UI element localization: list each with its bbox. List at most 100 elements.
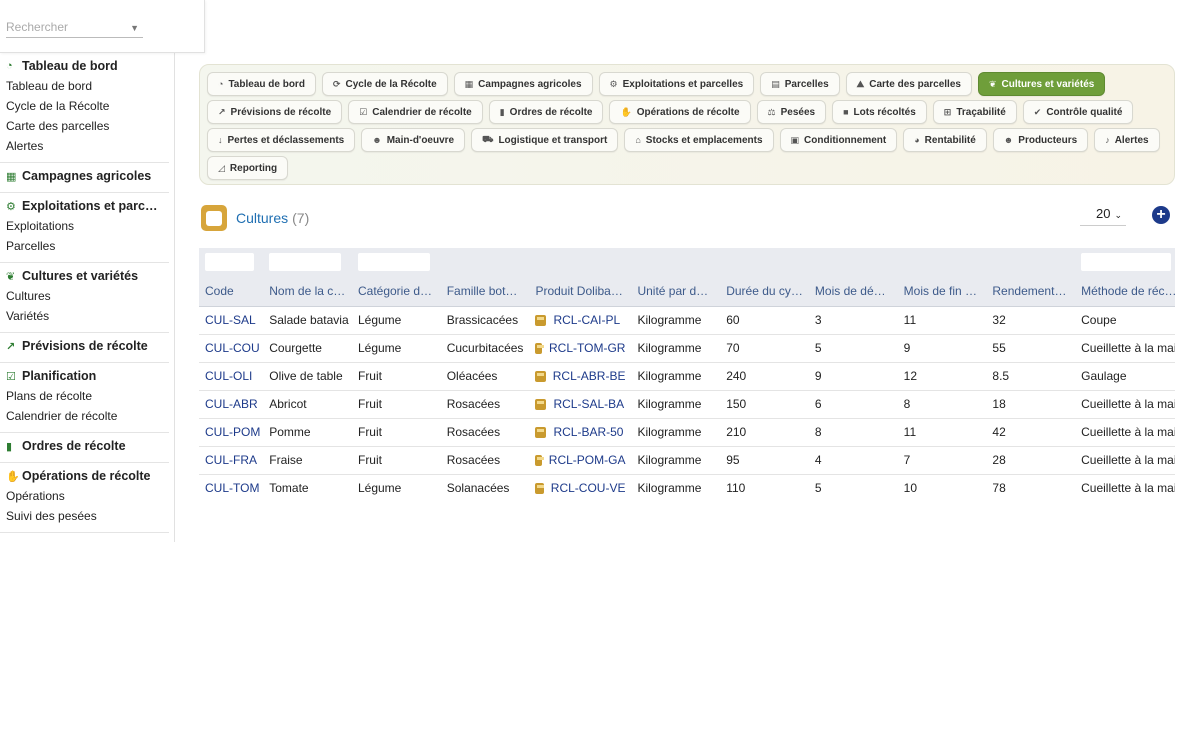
nav-pill[interactable]: ☑ Calendrier de récolte (348, 100, 483, 124)
nav-pill[interactable]: ↗ Prévisions de récolte (207, 100, 343, 124)
sidebar-item[interactable]: Opérations (6, 486, 169, 506)
column-header[interactable]: Nom de la c… (263, 276, 352, 307)
column-header[interactable]: Durée du cy… (720, 276, 809, 307)
nav-pill[interactable]: ☻ Producteurs (992, 128, 1089, 152)
column-header[interactable]: Produit Dolibarr… (529, 276, 632, 307)
records-table-wrap: Code Nom de la c… Catégorie de… Famille bot… (199, 248, 1175, 501)
product-box-icon (535, 454, 545, 466)
table-cell: 12 (897, 362, 987, 391)
nav-pill[interactable]: ◿ Reporting (207, 156, 289, 180)
sidebar-group-title[interactable]: ⚙ Exploitations et parc… (6, 196, 169, 216)
nav-pill-label: Carte des parcelles (869, 78, 961, 90)
calendar-check-icon: ☑ (6, 370, 16, 383)
record-code-link[interactable]: CUL-POM (205, 425, 260, 439)
hand-icon: ✋ (620, 106, 632, 117)
table-cell: Cueillette à la main (1075, 390, 1175, 419)
column-header[interactable]: Rendement … (986, 276, 1076, 307)
table-row[interactable]: CUL-OLI Olive de table Fruit Oléacées RCL-AB… (199, 362, 1175, 391)
table-row[interactable]: CUL-FRA Fraise Fruit Rosacées RCL-POM-GA Kilo… (199, 446, 1175, 475)
nav-pill[interactable]: ♪ Alertes (1094, 128, 1160, 152)
nav-pill[interactable]: ⟳ Cycle de la Récolte (321, 72, 448, 96)
table-row[interactable]: CUL-SAL Salade batavia Légume Brassicacées R… (199, 306, 1175, 335)
chevron-down-icon[interactable]: ▼ (130, 19, 139, 37)
nav-pill[interactable]: ❦ Cultures et variétés (977, 72, 1106, 96)
nav-pill[interactable]: ✋ Opérations de récolte (609, 100, 751, 124)
module-nav-panel: ◔ Tableau de bord ⟳ Cycle de la Récolte ▦ Cam… (199, 64, 1175, 185)
column-header[interactable]: Catégorie de… (351, 276, 441, 307)
sidebar-group-title[interactable]: ▮ Ordres de récolte (6, 436, 169, 456)
sidebar-group-title[interactable]: ▦ Campagnes agricoles (6, 166, 169, 186)
product-link[interactable]: RCL-POM-GA (535, 453, 625, 467)
record-code-link[interactable]: CUL-FRA (205, 453, 257, 467)
table-cell: RCL-SAL-BA (529, 390, 632, 419)
add-record-button[interactable]: + (1152, 206, 1170, 224)
product-link[interactable]: RCL-TOM-GR (535, 341, 625, 355)
table-row[interactable]: CUL-POM Pomme Fruit Rosacées RCL-BAR-50 Kilog… (199, 418, 1175, 447)
nav-pill[interactable]: ▮ Ordres de récolte (488, 100, 604, 124)
record-code-link[interactable]: CUL-TOM (205, 481, 259, 495)
column-header[interactable]: Unité par déf… (631, 276, 721, 307)
sidebar-group-title[interactable]: ☑ Planification (6, 366, 169, 386)
nav-pill[interactable]: ⊞ Traçabilité (932, 100, 1017, 124)
record-code-link[interactable]: CUL-SAL (205, 313, 256, 327)
nav-pill[interactable]: ◔ Tableau de bord (207, 72, 316, 96)
record-code-link[interactable]: CUL-OLI (205, 369, 252, 383)
sidebar-group-title[interactable]: ↗ Prévisions de récolte (6, 336, 169, 356)
sidebar-item[interactable]: Cultures (6, 286, 169, 306)
nav-pill[interactable]: ■ Lots récoltés (832, 100, 927, 124)
sidebar-item[interactable]: Suivi des pesées (6, 506, 169, 526)
sidebar-item[interactable]: Carte des parcelles (6, 116, 169, 136)
sidebar-group-title[interactable]: ◔ Tableau de bord (6, 56, 169, 76)
nav-pill[interactable]: ⌂ Stocks et emplacements (624, 128, 774, 152)
table-row[interactable]: CUL-TOM Tomate Légume Solanacées RCL-COU-VE K… (199, 474, 1175, 501)
nav-pill[interactable]: ▦ Campagnes agricoles (453, 72, 593, 96)
product-link[interactable]: RCL-ABR-BE (535, 369, 625, 383)
table-cell: Légume (351, 334, 441, 363)
table-cell: Rosacées (440, 390, 530, 419)
nav-pill[interactable]: ⚖ Pesées (756, 100, 827, 124)
table-row[interactable]: CUL-COU Courgette Légume Cucurbitacées RCL-T… (199, 334, 1175, 363)
product-link[interactable]: RCL-COU-VE (535, 481, 625, 495)
column-header[interactable]: Code (199, 276, 264, 307)
search-input[interactable]: Rechercher ▼ (6, 18, 143, 38)
sidebar-group-title[interactable]: ✋ Opérations de récolte (6, 466, 169, 486)
record-code-link[interactable]: CUL-COU (205, 341, 260, 355)
column-header[interactable]: Méthode de réc… (1075, 276, 1175, 307)
sidebar-item[interactable]: Tableau de bord (6, 76, 169, 96)
table-cell: 78 (986, 474, 1076, 501)
sidebar-item[interactable]: Parcelles (6, 236, 169, 256)
product-link[interactable]: RCL-SAL-BA (535, 397, 625, 411)
product-link[interactable]: RCL-CAI-PL (535, 313, 625, 327)
list-header: Cultures (7) (201, 205, 309, 231)
sidebar-item[interactable]: Plans de récolte (6, 386, 169, 406)
nav-pill[interactable]: ☻ Main-d'oeuvre (361, 128, 466, 152)
sidebar-group: ↗ Prévisions de récolte (0, 333, 169, 363)
sidebar-group: ▮ Ordres de récolte (0, 433, 169, 463)
column-filter-input[interactable] (205, 253, 255, 271)
nav-pill[interactable]: ⚙ Exploitations et parcelles (598, 72, 755, 96)
sidebar-item[interactable]: Alertes (6, 136, 169, 156)
table-row[interactable]: CUL-ABR Abricot Fruit Rosacées RCL-SAL-BA Kil… (199, 390, 1175, 419)
column-filter-input[interactable] (269, 253, 342, 271)
nav-pill[interactable]: ⛰ Carte des parcelles (845, 72, 972, 96)
per-page-select[interactable]: 20 ⌄ (1080, 204, 1126, 226)
nav-pill[interactable]: ✔ Contrôle qualité (1022, 100, 1134, 124)
sidebar-item[interactable]: Calendrier de récolte (6, 406, 169, 426)
sidebar-item[interactable]: Variétés (6, 306, 169, 326)
column-filter-input[interactable] (357, 253, 431, 271)
nav-pill[interactable]: ⛟ Logistique et transport (471, 128, 619, 152)
nav-pill[interactable]: ↓ Pertes et déclassements (207, 128, 356, 152)
column-header[interactable]: Mois de fin d… (897, 276, 987, 307)
column-header[interactable]: Mois de déb… (808, 276, 898, 307)
nav-pill[interactable]: ▤ Parcelles (760, 72, 840, 96)
record-code-link[interactable]: CUL-ABR (205, 397, 258, 411)
column-filter-input[interactable] (1081, 253, 1172, 271)
sidebar-group-title[interactable]: ❦ Cultures et variétés (6, 266, 169, 286)
sidebar-item[interactable]: Cycle de la Récolte (6, 96, 169, 116)
nav-pill[interactable]: ◕ Rentabilité (903, 128, 987, 152)
product-link[interactable]: RCL-BAR-50 (535, 425, 625, 439)
nav-pill-label: Traçabilité (956, 106, 1006, 118)
column-header[interactable]: Famille bota… (440, 276, 530, 307)
nav-pill[interactable]: ▣ Conditionnement (779, 128, 898, 152)
sidebar-item[interactable]: Exploitations (6, 216, 169, 236)
